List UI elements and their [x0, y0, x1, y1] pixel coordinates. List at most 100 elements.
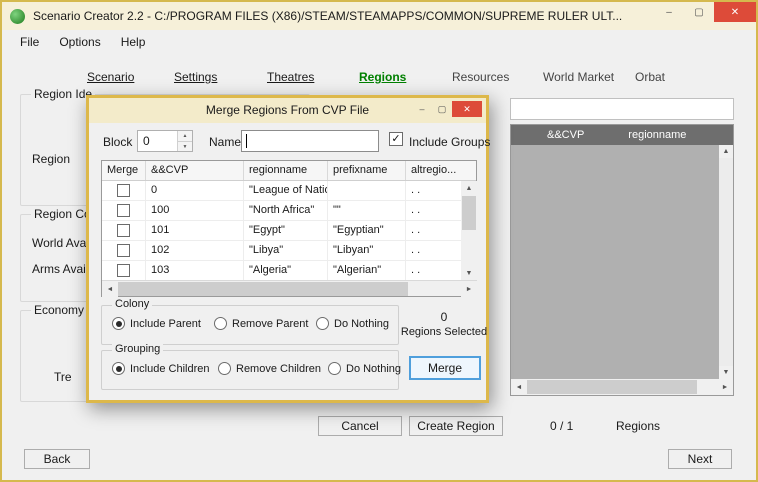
- colony-group-title: Colony: [112, 298, 153, 310]
- include-groups-label: Include Groups: [409, 135, 491, 149]
- window-title: Scenario Creator 2.2 - C:/PROGRAM FILES …: [33, 9, 623, 23]
- col-altregionname[interactable]: altregio...: [406, 161, 476, 180]
- radio-icon: [328, 362, 341, 375]
- cell-prefixname: "Libyan": [328, 241, 406, 260]
- col-merge[interactable]: Merge: [102, 161, 146, 180]
- row-checkbox[interactable]: ✓: [117, 264, 130, 277]
- create-region-button[interactable]: Create Region: [409, 416, 503, 436]
- vscroll-thumb[interactable]: [462, 196, 476, 230]
- maximize-button[interactable]: ▢: [684, 2, 714, 22]
- economy-group-title: Economy: [31, 303, 88, 317]
- cell-regionname: "Egypt": [244, 221, 328, 240]
- block-spinner[interactable]: 0 ▲ ▼: [137, 130, 193, 152]
- merge-button[interactable]: Merge: [409, 356, 481, 380]
- merge-table[interactable]: Merge &&CVP regionname prefixname altreg…: [101, 160, 477, 297]
- cell-regionname: "Libya": [244, 241, 328, 260]
- radio-icon: [214, 317, 227, 330]
- tab-orbat[interactable]: Orbat: [635, 70, 665, 84]
- radio-remove-children[interactable]: Remove Children: [218, 362, 321, 375]
- cell-altregionname: . .: [411, 224, 421, 236]
- merge-table-hscrollbar[interactable]: ◄ ►: [102, 280, 477, 297]
- row-checkbox[interactable]: ✓: [117, 184, 130, 197]
- tab-regions[interactable]: Regions: [359, 70, 406, 84]
- close-button[interactable]: ✕: [714, 2, 756, 22]
- region-list-hscrollbar[interactable]: ◄ ►: [511, 379, 733, 395]
- row-checkbox[interactable]: ✓: [117, 244, 130, 257]
- radio-include-children[interactable]: Include Children: [112, 362, 210, 375]
- cell-cvp: 103: [146, 261, 244, 280]
- region-control-group-title: Region Co: [31, 207, 94, 221]
- radio-colony-do-nothing[interactable]: Do Nothing: [316, 317, 389, 330]
- scroll-up-icon[interactable]: ▲: [461, 181, 477, 195]
- spinner-down-icon[interactable]: ▼: [178, 141, 192, 151]
- region-list-col-cvp[interactable]: &&CVP: [547, 129, 584, 141]
- hscroll-thumb[interactable]: [118, 282, 408, 296]
- table-row[interactable]: ✓ 101 "Egypt" "Egyptian" . .: [102, 221, 462, 241]
- check-icon: ✓: [391, 132, 401, 145]
- region-list-col-regionname[interactable]: regionname: [628, 129, 686, 141]
- scroll-left-icon[interactable]: ◄: [511, 379, 527, 395]
- tab-settings[interactable]: Settings: [174, 70, 217, 84]
- menu-item-file[interactable]: File: [10, 31, 49, 53]
- table-row[interactable]: ✓ 0 "League of Natio... . .: [102, 181, 462, 201]
- cell-prefixname: "Algerian": [328, 261, 406, 280]
- table-row[interactable]: ✓ 103 "Algeria" "Algerian" . .: [102, 261, 462, 281]
- radio-grouping-do-nothing[interactable]: Do Nothing: [328, 362, 401, 375]
- region-list[interactable]: &&CVP regionname ▲ ▼ ◄ ►: [510, 124, 734, 396]
- menu-item-options[interactable]: Options: [49, 31, 110, 53]
- cancel-button[interactable]: Cancel: [318, 416, 402, 436]
- region-list-vscrollbar[interactable]: ▲ ▼: [719, 145, 733, 379]
- cell-regionname: "Algeria": [244, 261, 328, 280]
- arms-avail-label: Arms Avail: [32, 262, 89, 276]
- region-filter-input[interactable]: [510, 98, 734, 120]
- scroll-up-icon[interactable]: ▲: [719, 145, 733, 158]
- tab-scenario[interactable]: Scenario: [87, 70, 134, 84]
- next-button[interactable]: Next: [668, 449, 732, 469]
- radio-remove-parent[interactable]: Remove Parent: [214, 317, 308, 330]
- row-checkbox[interactable]: ✓: [117, 224, 130, 237]
- merge-regions-dialog: Merge Regions From CVP File – ▢ ✕ Block …: [86, 95, 491, 403]
- grouping-group: Grouping Include Children Remove Childre…: [101, 343, 401, 390]
- include-groups-checkbox[interactable]: ✓: [389, 132, 403, 146]
- window-controls: – ▢ ✕: [654, 2, 756, 30]
- table-row[interactable]: ✓ 102 "Libya" "Libyan" . .: [102, 241, 462, 261]
- scroll-down-icon[interactable]: ▼: [719, 366, 733, 379]
- radio-icon: [112, 362, 125, 375]
- minimize-button[interactable]: –: [654, 2, 684, 22]
- name-label: Name: [209, 135, 242, 149]
- scroll-right-icon[interactable]: ►: [461, 281, 477, 297]
- col-prefixname[interactable]: prefixname: [328, 161, 406, 180]
- selected-caption: Regions Selected: [400, 326, 488, 338]
- title-bar: Scenario Creator 2.2 - C:/PROGRAM FILES …: [2, 2, 756, 30]
- scroll-left-icon[interactable]: ◄: [102, 281, 118, 297]
- back-button[interactable]: Back: [24, 449, 90, 469]
- cell-prefixname: "": [328, 201, 406, 220]
- tab-resources[interactable]: Resources: [452, 70, 509, 84]
- col-regionname[interactable]: regionname: [244, 161, 328, 180]
- dialog-controls: – ▢ ✕: [412, 101, 482, 117]
- dialog-close-button[interactable]: ✕: [452, 101, 482, 117]
- menu-item-help[interactable]: Help: [111, 31, 156, 53]
- cell-cvp: 101: [146, 221, 244, 240]
- cell-altregionname: . .: [411, 184, 421, 196]
- table-row[interactable]: ✓ 100 "North Africa" "" . .: [102, 201, 462, 221]
- tab-theatres[interactable]: Theatres: [267, 70, 314, 84]
- radio-label: Include Children: [130, 362, 210, 375]
- scroll-down-icon[interactable]: ▼: [461, 266, 477, 280]
- tab-world-market[interactable]: World Market: [543, 70, 614, 84]
- grouping-group-title: Grouping: [112, 343, 164, 355]
- radio-label: Include Parent: [130, 317, 201, 330]
- name-input[interactable]: [241, 130, 379, 152]
- spinner-up-icon[interactable]: ▲: [178, 131, 192, 141]
- row-checkbox[interactable]: ✓: [117, 204, 130, 217]
- radio-include-parent[interactable]: Include Parent: [112, 317, 201, 330]
- dialog-minimize-button[interactable]: –: [412, 101, 432, 117]
- radio-label: Remove Children: [236, 362, 321, 375]
- radio-icon: [218, 362, 231, 375]
- dialog-maximize-button[interactable]: ▢: [432, 101, 452, 117]
- scroll-right-icon[interactable]: ►: [717, 379, 733, 395]
- col-cvp[interactable]: &&CVP: [146, 161, 244, 180]
- merge-table-vscrollbar[interactable]: ▲ ▼: [461, 181, 477, 280]
- colony-group: Colony Include Parent Remove Parent Do N…: [101, 298, 399, 345]
- hscroll-thumb[interactable]: [527, 380, 697, 394]
